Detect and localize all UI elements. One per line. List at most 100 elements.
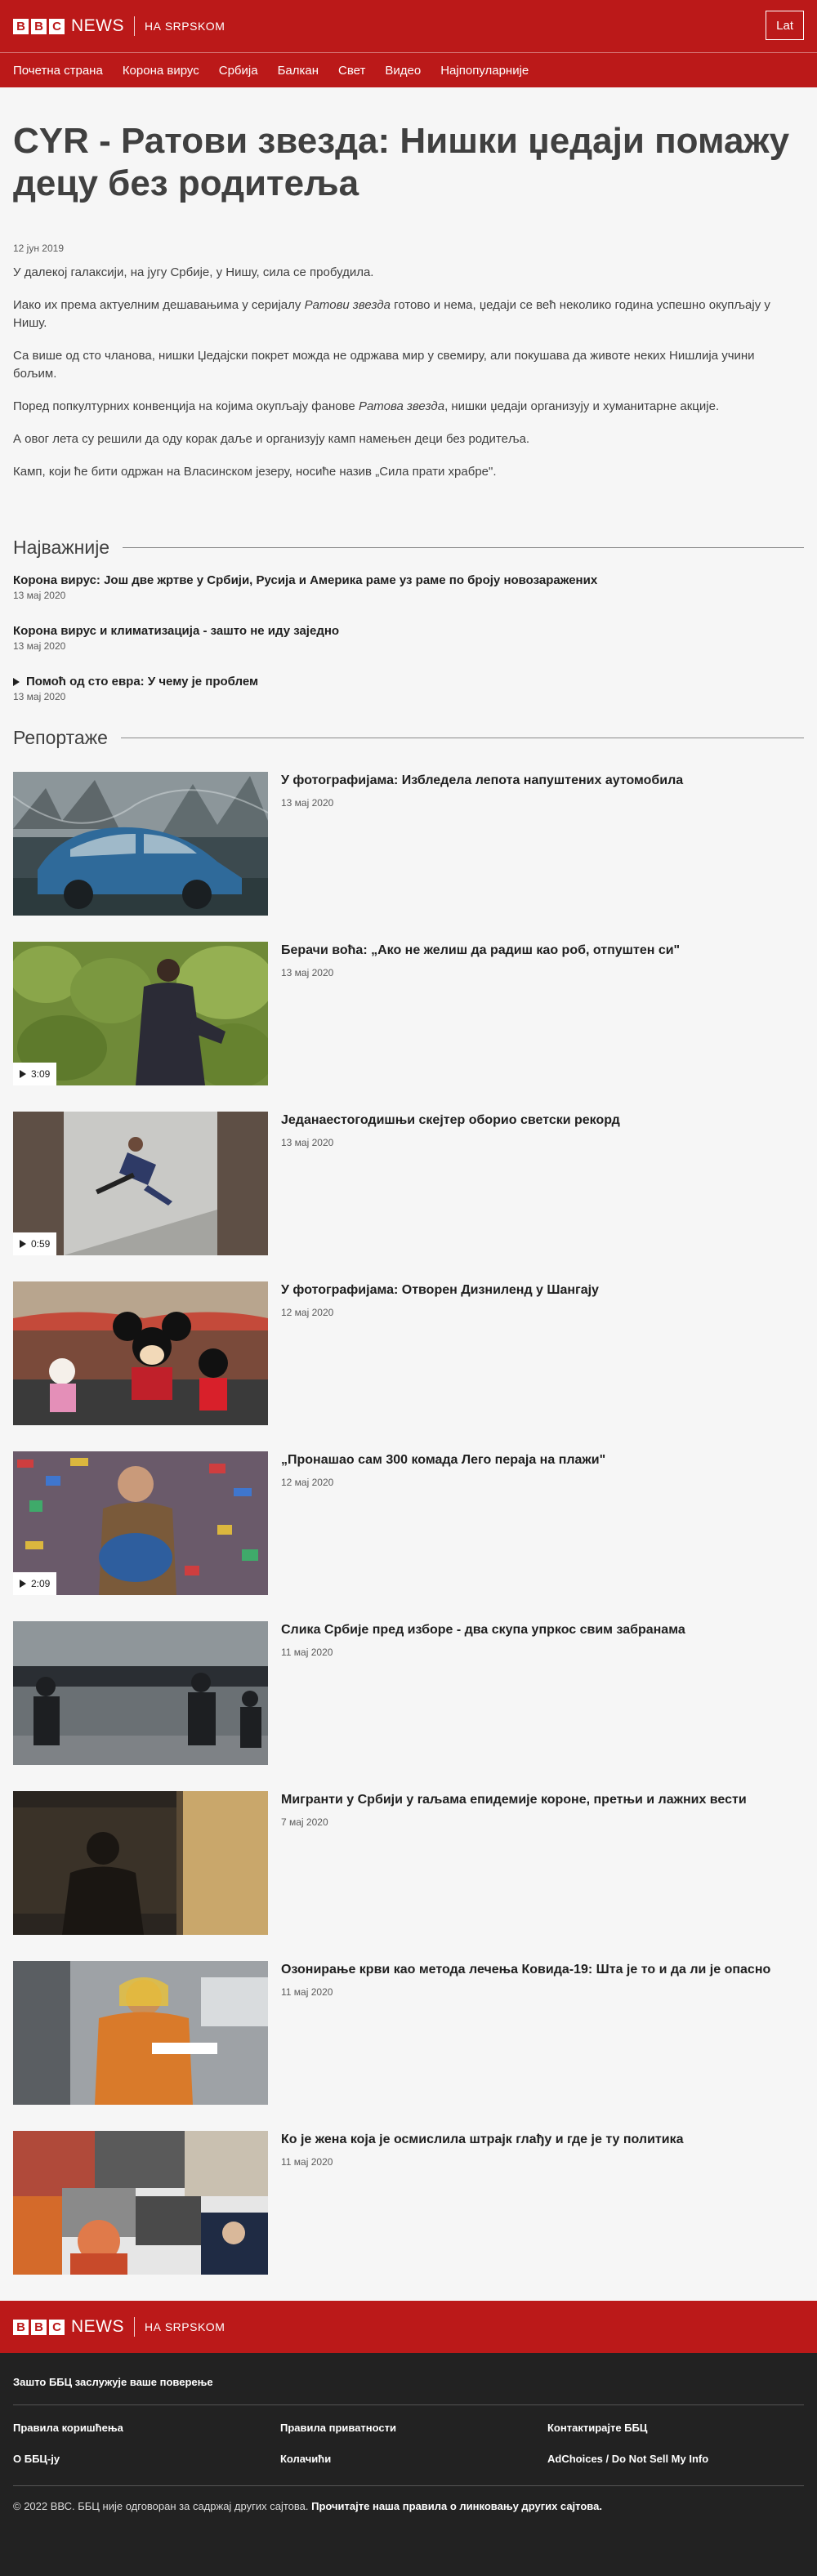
story-thumbnail[interactable]: [13, 1281, 268, 1425]
story-title-link[interactable]: Берачи воћа: „Ако не желиш да радиш као …: [281, 943, 680, 957]
story-title-link[interactable]: У фотографијама: Избледела лепота напушт…: [281, 773, 683, 787]
list-item: Мигранти у Србији у raљама епидемије кор…: [13, 1791, 804, 1935]
footer-links: Правила коришћења Правила приватности Ко…: [13, 2422, 804, 2484]
footer-divider: [13, 2485, 804, 2486]
bbc-logo[interactable]: B B C: [13, 18, 65, 34]
story-thumbnail[interactable]: [13, 1961, 268, 2105]
list-item: Слика Србије пред изборе - два скупа упр…: [13, 1621, 804, 1765]
article-main: CYR - Ратови звезда: Нишки џедаји помажу…: [0, 120, 817, 2275]
story-thumbnail[interactable]: 0:59: [13, 1112, 268, 1255]
article-timestamp: 12 јун 2019: [13, 243, 65, 254]
footer-link-contact[interactable]: Контактирајте ББЦ: [547, 2422, 804, 2453]
ozone-therapy-image: [13, 1961, 268, 2105]
external-linking-link[interactable]: Прочитајте наша правила о линковању друг…: [311, 2500, 602, 2512]
list-item: Озонирање крви као метода лечења Ковида-…: [13, 1961, 804, 2105]
list-item: Помоћ од сто евра: У чему је проблем 13 …: [13, 675, 804, 702]
abandoned-car-image: [13, 772, 268, 916]
story-thumbnail[interactable]: [13, 2131, 268, 2275]
masthead-divider: [134, 2317, 135, 2337]
list-item: Корона вирус и климатизација - зашто не …: [13, 624, 804, 652]
article-paragraph: Са више од сто чланова, нишки Џедајски п…: [13, 349, 755, 381]
migrants-image: [13, 1791, 268, 1935]
article-body: У далекој галаксији, на југу Србије, у Н…: [13, 264, 804, 481]
top-stories-header: Најважније: [13, 537, 804, 559]
list-item: Корона вирус: Још две жртве у Србији, Ру…: [13, 573, 804, 601]
latin-script-button[interactable]: Lat: [766, 11, 804, 40]
main-nav: Почетна страна Корона вирус Србија Балка…: [0, 52, 817, 87]
story-date: 7 мај 2020: [281, 1816, 328, 1828]
service-name: НА SRPSKOM: [145, 20, 225, 33]
play-icon: [20, 1240, 26, 1248]
news-wordmark: NEWS: [71, 2317, 124, 2336]
reportage-section: Репортаже У фотографијама: Избледела леп…: [13, 727, 804, 2275]
copyright-text: © 2022 ВВС. ББЦ није одговоран за садржа…: [13, 2500, 602, 2512]
video-duration-badge: 3:09: [13, 1063, 57, 1085]
video-duration-badge: 2:09: [13, 1572, 57, 1595]
list-item: 2:09 „Пронашао сам 300 комада Лего перај…: [13, 1451, 804, 1595]
story-title-link[interactable]: Слика Србије пред изборе - два скупа упр…: [281, 1623, 685, 1637]
trust-link[interactable]: Зашто ББЦ заслужује ваше поверење: [13, 2353, 804, 2388]
list-item: 0:59 Једанаестогодишњи скејтер оборио св…: [13, 1112, 804, 1255]
site-footer: B B C NEWS НА SRPSKOM Зашто ББЦ заслужуј…: [0, 2301, 817, 2576]
service-name: НА SRPSKOM: [145, 2320, 225, 2333]
nav-item-coronavirus[interactable]: Корона вирус: [123, 64, 199, 78]
disneyland-image: [13, 1281, 268, 1425]
footer-link-terms[interactable]: Правила коришћења: [13, 2422, 280, 2453]
masthead-divider: [134, 16, 135, 36]
list-item: У фотографијама: Отворен Дизниленд у Шан…: [13, 1281, 804, 1425]
article-paragraph: А овог лета су решили да оду корак даље …: [13, 432, 530, 446]
nav-item-serbia[interactable]: Србија: [219, 64, 258, 78]
story-date: 13 мај 2020: [13, 590, 66, 601]
section-divider: [123, 547, 804, 548]
footer-link-adchoices[interactable]: AdChoices / Do Not Sell My Info: [547, 2453, 804, 2484]
footer-link-privacy[interactable]: Правила приватности: [280, 2422, 547, 2453]
nav-item-video[interactable]: Видео: [385, 64, 421, 78]
story-date: 12 мај 2020: [281, 1477, 334, 1488]
story-thumbnail[interactable]: 2:09: [13, 1451, 268, 1595]
story-date: 11 мај 2020: [281, 1647, 333, 1658]
story-title-link[interactable]: У фотографијама: Отворен Дизниленд у Шан…: [281, 1283, 599, 1297]
nav-item-balkans[interactable]: Балкан: [278, 64, 319, 78]
hunger-strike-collage-image: [13, 2131, 268, 2275]
list-item: 3:09 Берачи воћа: „Ако не желиш да радиш…: [13, 942, 804, 1085]
story-thumbnail[interactable]: [13, 772, 268, 916]
footer-link-cookies[interactable]: Колачићи: [280, 2453, 547, 2484]
video-duration-badge: 0:59: [13, 1232, 57, 1255]
nav-item-home[interactable]: Почетна страна: [13, 64, 103, 78]
logo-letter-c: C: [49, 2319, 65, 2335]
logo-letter-b2: B: [31, 2319, 47, 2335]
reportage-title: Репортаже: [13, 727, 108, 748]
top-story-link[interactable]: Корона вирус и климатизација - зашто не …: [13, 624, 804, 638]
footer-body: Зашто ББЦ заслужује ваше поверење Правил…: [0, 2353, 817, 2576]
story-date: 12 мај 2020: [281, 1307, 334, 1318]
article-paragraph: У далекој галаксији, на југу Србије, у Н…: [13, 265, 374, 279]
story-date: 11 мај 2020: [281, 2156, 333, 2168]
logo-letter-b1: B: [13, 2319, 29, 2335]
story-thumbnail[interactable]: 3:09: [13, 942, 268, 1085]
reportage-header: Репортаже: [13, 727, 804, 749]
story-date: 13 мај 2020: [13, 640, 66, 652]
story-date: 13 мај 2020: [13, 691, 66, 702]
list-item: У фотографијама: Избледела лепота напушт…: [13, 772, 804, 916]
story-title-link[interactable]: „Пронашао сам 300 комада Лего пераја на …: [281, 1453, 605, 1467]
article-headline: CYR - Ратови звезда: Нишки џедаји помажу…: [13, 121, 790, 203]
top-story-link[interactable]: Корона вирус: Још две жртве у Србији, Ру…: [13, 573, 804, 587]
article-paragraph: Поред попкултурних конвенција на којима …: [13, 399, 720, 413]
footer-bbc-logo[interactable]: B B C: [13, 2319, 65, 2335]
top-story-link[interactable]: Помоћ од сто евра: У чему је проблем: [13, 675, 804, 689]
nav-item-world[interactable]: Свет: [338, 64, 365, 78]
play-icon: [13, 677, 20, 686]
story-title-link[interactable]: Ко је жена која је осмислила штрајк глађ…: [281, 2133, 684, 2146]
story-thumbnail[interactable]: [13, 1621, 268, 1765]
footer-link-about[interactable]: О ББЦ-ју: [13, 2453, 280, 2484]
reportage-list: У фотографијама: Избледела лепота напушт…: [13, 772, 804, 2275]
play-icon: [20, 1580, 26, 1588]
story-title-link[interactable]: Једанаестогодишњи скејтер оборио светски…: [281, 1113, 620, 1127]
story-date: 13 мај 2020: [281, 797, 334, 809]
play-icon: [20, 1070, 26, 1078]
logo-letter-b1: B: [13, 18, 29, 34]
story-thumbnail[interactable]: [13, 1791, 268, 1935]
nav-item-most-popular[interactable]: Најпопуларније: [440, 64, 529, 78]
story-title-link[interactable]: Озонирање крви као метода лечења Ковида-…: [281, 1963, 770, 1977]
story-title-link[interactable]: Мигранти у Србији у raљама епидемије кор…: [281, 1793, 747, 1807]
